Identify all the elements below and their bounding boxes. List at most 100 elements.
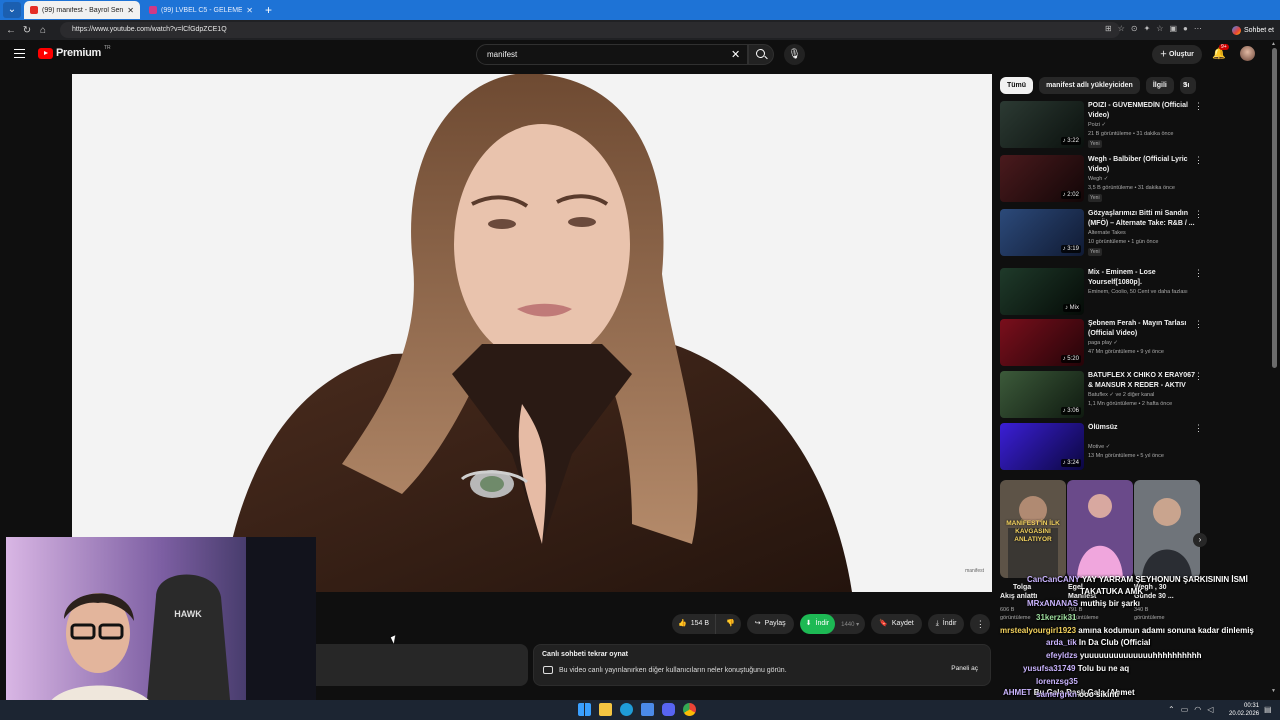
recommendation-item[interactable]: ♪ 3:06 BATUFLEX X CHIKO X ERAY067 & MANSU…	[1000, 371, 1210, 419]
youtube-logo[interactable]: Premium TR	[38, 45, 111, 59]
recommendation-title[interactable]: Mix - Eminem - Lose Yourself[1080p].	[1088, 268, 1196, 288]
short-thumbnail-3[interactable]	[1134, 480, 1200, 578]
recommendation-item[interactable]: ♪ 3:24 Ölümsüz Motive ✓ 13 Mn görüntüleme •…	[1000, 423, 1210, 471]
reload-icon[interactable]: ↻	[19, 25, 35, 36]
recommendation-channel[interactable]: Alternate Takes	[1088, 230, 1126, 236]
recommendation-thumbnail[interactable]: ♪ 2:02	[1000, 155, 1084, 202]
more-options-icon[interactable]: ⋮	[1194, 319, 1203, 330]
recommendation-title[interactable]: Şebnem Ferah - Mayın Tarlası (Official V…	[1088, 319, 1196, 339]
recommendation-thumbnail[interactable]: ♪ 5:20	[1000, 319, 1084, 366]
open-panel-button[interactable]: Paneli aç	[947, 662, 982, 675]
more-options-icon[interactable]: ⋮	[1194, 268, 1203, 279]
tab-youtube-manifest[interactable]: (99) manifest - Bayrol Sensin ( ✕	[24, 1, 140, 19]
recommendation-title[interactable]: BATUFLEX X CHIKO X ERAY067 & MANSUR X RE…	[1088, 371, 1196, 391]
puzzle-icon[interactable]: ✦	[1144, 24, 1151, 33]
search-input[interactable]: manifest	[476, 44, 748, 65]
chrome-icon[interactable]	[683, 703, 696, 716]
recommendation-title[interactable]: Wegh - Balbiber (Official Lyric Video)	[1088, 155, 1196, 175]
quality-selector[interactable]: 1440 ▾	[835, 621, 865, 628]
new-tab-button[interactable]: +	[265, 3, 272, 17]
recommendation-title[interactable]: POIZI - GÜVENMEDİN (Official Video)	[1088, 101, 1196, 121]
description-box[interactable]	[316, 644, 528, 686]
more-options-icon[interactable]: ⋮	[1194, 423, 1203, 434]
network-icon[interactable]: ▭	[1181, 705, 1189, 714]
download-extension-button[interactable]: ⬇ İndir	[799, 614, 836, 634]
recommendation-item[interactable]: ♪ 3:22 POIZI - GÜVENMEDİN (Official Video…	[1000, 101, 1210, 149]
logo-text: Premium	[56, 47, 101, 59]
wifi-icon[interactable]: ◠	[1194, 705, 1201, 714]
dislike-button[interactable]: 👎	[720, 614, 741, 634]
voice-search-icon[interactable]: 🎙	[784, 44, 805, 65]
create-label: Oluştur	[1168, 51, 1194, 58]
notifications-icon[interactable]: 🔔 9+	[1212, 44, 1229, 60]
clear-search-icon[interactable]: ✕	[731, 48, 740, 61]
recommendation-item[interactable]: ♪ 2:02 Wegh - Balbiber (Official Lyric Vi…	[1000, 155, 1210, 203]
search-button[interactable]	[748, 44, 774, 65]
recommendation-thumbnail[interactable]: ♪ Mix	[1000, 268, 1084, 315]
back-arrow-icon[interactable]: ←	[3, 25, 19, 36]
volume-icon[interactable]: ◁	[1207, 705, 1213, 714]
download-button[interactable]: ⤓ İndir	[927, 614, 965, 634]
taskbar-clock[interactable]: 00:31 20.02.2026	[1229, 702, 1259, 718]
recommendation-item[interactable]: ♪ 3:19 Gözyaşlarımızı Bitti mi Sandın (MF…	[1000, 209, 1210, 257]
file-explorer-icon[interactable]	[599, 703, 612, 716]
discord-icon[interactable]	[662, 703, 675, 716]
recommendation-item[interactable]: ♪ 5:20 Şebnem Ferah - Mayın Tarlası (Offi…	[1000, 319, 1210, 367]
profile-icon[interactable]: ●	[1183, 24, 1188, 33]
short-thumbnail-2[interactable]	[1067, 480, 1133, 578]
recommendation-channel[interactable]: paga play ✓	[1088, 340, 1118, 346]
tab-close-icon[interactable]: ✕	[127, 6, 134, 15]
recommendation-channel[interactable]: Batuflex ✓ ve 2 diğer kanal	[1088, 392, 1154, 398]
install-icon[interactable]: ⊞	[1105, 24, 1112, 33]
star-icon[interactable]: ☆	[1118, 24, 1125, 33]
recommendation-item[interactable]: ♪ Mix Mix - Eminem - Lose Yourself[1080p]…	[1000, 268, 1210, 316]
recommendation-thumbnail[interactable]: ♪ 3:19	[1000, 209, 1084, 256]
duration-badge: ♪ 5:20	[1060, 355, 1081, 363]
home-icon[interactable]: ⌂	[35, 25, 51, 36]
store-icon[interactable]	[641, 703, 654, 716]
recommendation-thumbnail[interactable]: ♪ 3:24	[1000, 423, 1084, 470]
scroll-down-icon[interactable]: ▼	[1271, 688, 1276, 694]
video-player[interactable]: manifest	[72, 74, 992, 592]
menu-icon[interactable]	[14, 49, 25, 58]
recommendation-thumbnail[interactable]: ♪ 3:22	[1000, 101, 1084, 148]
notification-center-icon[interactable]: ▤	[1264, 705, 1272, 714]
chip-all[interactable]: Tümü	[1000, 77, 1034, 94]
windows-start-icon[interactable]	[578, 703, 591, 716]
collections-icon[interactable]: ▣	[1169, 24, 1177, 33]
favorites-icon[interactable]: ☆	[1156, 24, 1163, 33]
recommendation-title[interactable]: Gözyaşlarımızı Bitti mi Sandın (MFÖ) – A…	[1088, 209, 1196, 229]
tray-chevron-icon[interactable]: ⌃	[1168, 705, 1175, 714]
account-avatar[interactable]	[1240, 46, 1255, 61]
save-button[interactable]: 🔖 Kaydet	[871, 614, 922, 634]
more-actions-button[interactable]: ⋮	[970, 614, 991, 634]
recommendation-channel[interactable]: Wegh ✓	[1088, 176, 1108, 182]
recommendation-channel[interactable]: Motive ✓	[1088, 444, 1110, 450]
chevron-right-icon[interactable]: ›	[1184, 79, 1188, 91]
short-thumbnail-1[interactable]: MANİFEST'İN İLK KAVGASINI ANLATIYOR	[1000, 480, 1066, 578]
share-button[interactable]: ↪ Paylaş	[746, 614, 794, 634]
tab-lvbel[interactable]: (99) LVBEL C5 - GELEMEZSEN GELIS ✕	[143, 1, 259, 19]
tab-actions-icon[interactable]: ⌄	[3, 2, 21, 18]
copilot-chat-button[interactable]: Sohbet et	[1228, 23, 1278, 37]
recommendation-thumbnail[interactable]: ♪ 3:06	[1000, 371, 1084, 418]
shorts-next-icon[interactable]: ›	[1193, 533, 1207, 547]
chip-related[interactable]: İlgili	[1145, 77, 1174, 94]
extension-icon[interactable]: ⊙	[1131, 24, 1138, 33]
more-options-icon[interactable]: ⋮	[1194, 101, 1203, 112]
edge-icon[interactable]	[620, 703, 633, 716]
more-options-icon[interactable]: ⋮	[1194, 209, 1203, 220]
youtube-favicon-icon	[149, 6, 157, 14]
scrollbar-thumb[interactable]	[1272, 48, 1277, 368]
chip-from-uploader[interactable]: manifest adlı yükleyiciden	[1039, 77, 1140, 94]
scroll-up-icon[interactable]: ▲	[1271, 41, 1276, 47]
more-options-icon[interactable]: ⋮	[1194, 155, 1203, 166]
more-options-icon[interactable]: ⋮	[1194, 371, 1203, 382]
tab-close-icon[interactable]: ✕	[246, 6, 253, 15]
recommendation-title[interactable]: Ölümsüz	[1088, 423, 1196, 433]
like-button[interactable]: 👍 154 B	[672, 614, 717, 634]
menu-dots-icon[interactable]: ⋯	[1194, 24, 1202, 33]
url-field[interactable]: https://www.youtube.com/watch?v=lCfGdpZC…	[60, 22, 1120, 38]
recommendation-channel[interactable]: Poizi ✓	[1088, 122, 1106, 128]
create-button[interactable]: ＋ Oluştur	[1152, 45, 1202, 64]
